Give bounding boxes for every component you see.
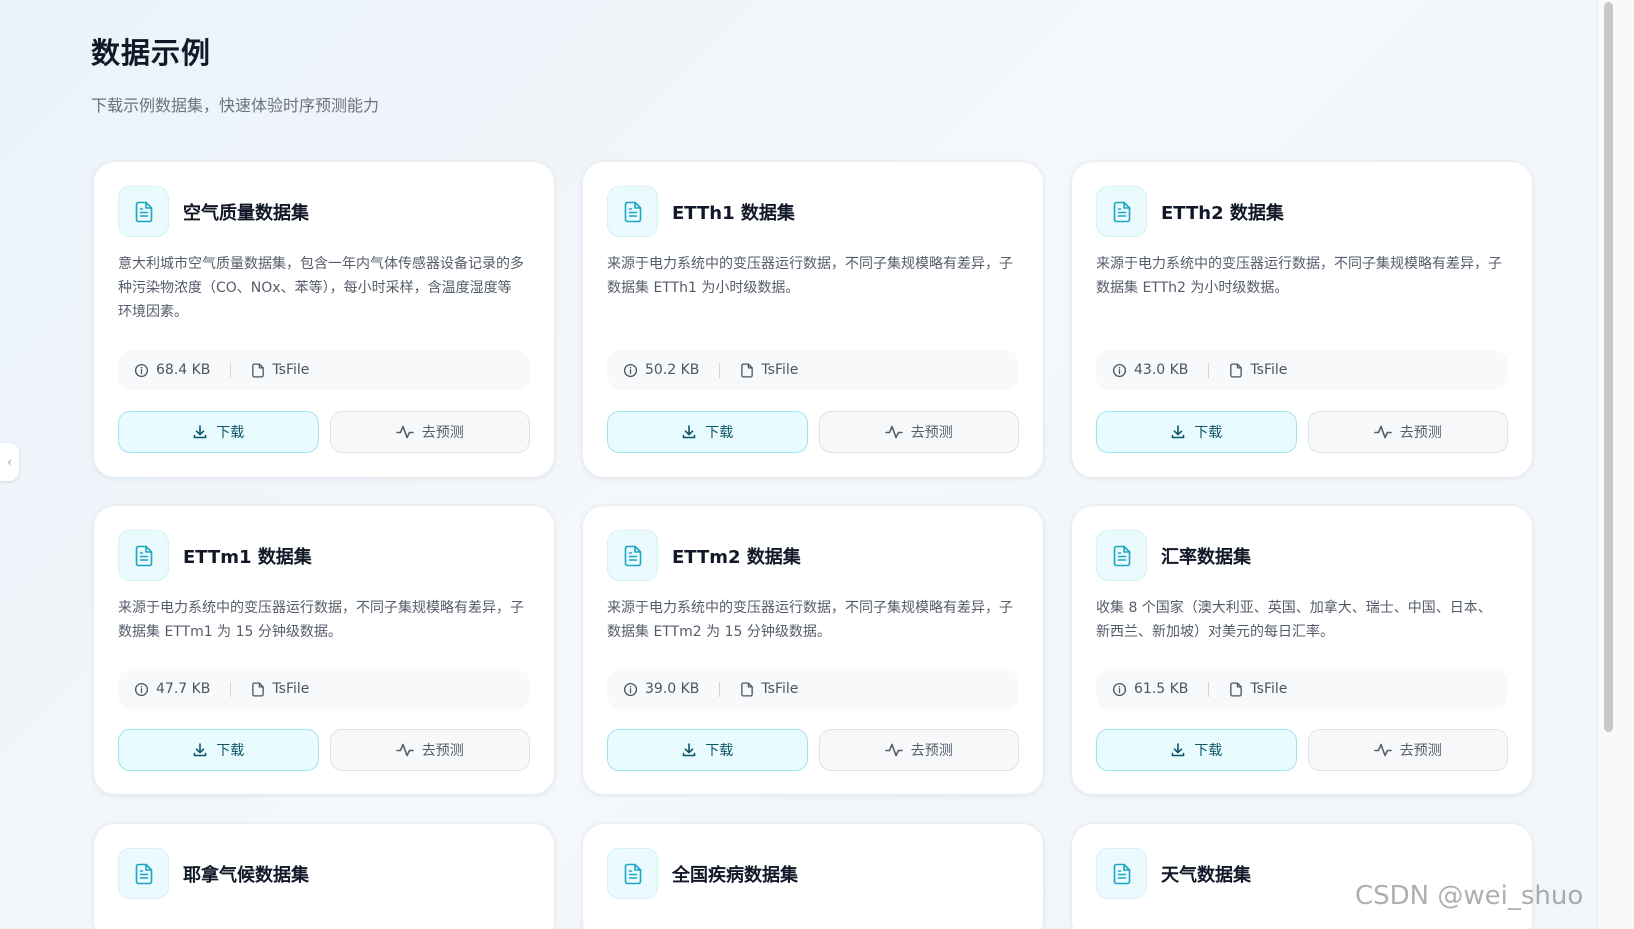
download-button[interactable]: 下载 — [118, 411, 319, 453]
page-subtitle: 下载示例数据集，快速体验时序预测能力 — [91, 96, 380, 115]
download-icon — [193, 743, 207, 757]
download-button[interactable]: 下载 — [118, 729, 319, 771]
download-icon — [682, 425, 696, 439]
file-meta: 50.2 KB TsFile — [607, 350, 1019, 390]
card-title: 全国疾病数据集 — [672, 864, 798, 886]
watermark: CSDN @wei_shuo — [1355, 881, 1584, 911]
dataset-card-jena-climate: 耶拿气候数据集 — [93, 823, 555, 929]
download-icon — [193, 425, 207, 439]
predict-button[interactable]: 去预测 — [818, 729, 1019, 771]
download-button[interactable]: 下载 — [607, 411, 808, 453]
document-icon — [118, 186, 169, 237]
file-format: TsFile — [740, 681, 798, 697]
card-title: ETTh2 数据集 — [1161, 202, 1284, 224]
file-icon — [1230, 681, 1243, 697]
document-icon — [607, 848, 658, 899]
document-icon — [118, 848, 169, 899]
dataset-grid-row-1: 空气质量数据集 意大利城市空气质量数据集，包含一年内气体传感器设备记录的多种污染… — [93, 161, 1535, 478]
dataset-card-exchange-rate: 汇率数据集 收集 8 个国家（澳大利亚、英国、加拿大、瑞士、中国、日本、新西兰、… — [1071, 505, 1533, 795]
file-format: TsFile — [1229, 681, 1287, 697]
file-icon — [1230, 362, 1243, 378]
file-icon — [252, 681, 265, 697]
activity-icon — [1373, 743, 1392, 757]
file-size: 68.4 KB — [134, 362, 210, 378]
card-title: 汇率数据集 — [1161, 546, 1251, 568]
info-icon — [134, 682, 149, 696]
activity-icon — [395, 743, 414, 757]
document-icon — [607, 186, 658, 237]
dataset-card-air-quality: 空气质量数据集 意大利城市空气质量数据集，包含一年内气体传感器设备记录的多种污染… — [93, 161, 555, 478]
card-title: 天气数据集 — [1161, 864, 1251, 886]
download-button[interactable]: 下载 — [607, 729, 808, 771]
card-title: 耶拿气候数据集 — [183, 864, 309, 886]
file-format: TsFile — [740, 362, 798, 378]
sidebar-expand-button[interactable]: ‹ — [0, 443, 19, 481]
download-icon — [1171, 425, 1185, 439]
predict-button[interactable]: 去预测 — [1307, 729, 1508, 771]
download-icon — [682, 743, 696, 757]
dataset-card-etth2: ETTh2 数据集 来源于电力系统中的变压器运行数据，不同子集规模略有差异，子数… — [1071, 161, 1533, 478]
card-description: 来源于电力系统中的变压器运行数据，不同子集规模略有差异，子数据集 ETTh2 为… — [1096, 256, 1502, 296]
page-title: 数据示例 — [91, 36, 212, 70]
file-size: 50.2 KB — [623, 362, 699, 378]
dataset-card-etth1: ETTh1 数据集 来源于电力系统中的变压器运行数据，不同子集规模略有差异，子数… — [582, 161, 1044, 478]
document-icon — [118, 530, 169, 581]
card-description: 收集 8 个国家（澳大利亚、英国、加拿大、瑞士、中国、日本、新西兰、新加坡）对美… — [1096, 600, 1492, 640]
activity-icon — [1373, 425, 1392, 439]
scrollbar-thumb[interactable] — [1604, 2, 1613, 732]
card-title: ETTm2 数据集 — [672, 546, 801, 568]
activity-icon — [884, 425, 903, 439]
activity-icon — [395, 425, 414, 439]
scrollbar-track[interactable] — [1597, 0, 1634, 929]
info-icon — [623, 682, 638, 696]
info-icon — [623, 363, 638, 377]
card-title: ETTh1 数据集 — [672, 202, 795, 224]
dataset-card-weather: 天气数据集 — [1071, 823, 1533, 929]
file-meta: 47.7 KB TsFile — [118, 669, 530, 709]
predict-button[interactable]: 去预测 — [818, 411, 1019, 453]
card-title: 空气质量数据集 — [183, 202, 309, 224]
predict-button[interactable]: 去预测 — [329, 411, 530, 453]
file-icon — [741, 362, 754, 378]
file-format: TsFile — [251, 681, 309, 697]
card-description: 来源于电力系统中的变压器运行数据，不同子集规模略有差异，子数据集 ETTm2 为… — [607, 600, 1013, 640]
download-button[interactable]: 下载 — [1096, 729, 1297, 771]
predict-button[interactable]: 去预测 — [329, 729, 530, 771]
document-icon — [607, 530, 658, 581]
dataset-card-ettm1: ETTm1 数据集 来源于电力系统中的变压器运行数据，不同子集规模略有差异，子数… — [93, 505, 555, 795]
card-description: 来源于电力系统中的变压器运行数据，不同子集规模略有差异，子数据集 ETTh1 为… — [607, 256, 1013, 296]
dataset-card-ettm2: ETTm2 数据集 来源于电力系统中的变压器运行数据，不同子集规模略有差异，子数… — [582, 505, 1044, 795]
file-meta: 61.5 KB TsFile — [1096, 669, 1508, 709]
dataset-grid-row-2: ETTm1 数据集 来源于电力系统中的变压器运行数据，不同子集规模略有差异，子数… — [93, 505, 1535, 795]
dataset-card-national-illness: 全国疾病数据集 — [582, 823, 1044, 929]
document-icon — [1096, 530, 1147, 581]
info-icon — [1112, 682, 1127, 696]
file-size: 43.0 KB — [1112, 362, 1188, 378]
download-button[interactable]: 下载 — [1096, 411, 1297, 453]
card-title: ETTm1 数据集 — [183, 546, 312, 568]
file-meta: 68.4 KB TsFile — [118, 350, 530, 390]
file-format: TsFile — [1229, 362, 1287, 378]
file-meta: 39.0 KB TsFile — [607, 669, 1019, 709]
file-format: TsFile — [251, 362, 309, 378]
main-page: 数据示例 下载示例数据集，快速体验时序预测能力 空气质量数据集 意大利城市空气质… — [0, 0, 1597, 929]
document-icon — [1096, 848, 1147, 899]
file-size: 47.7 KB — [134, 681, 210, 697]
dataset-grid-row-3: 耶拿气候数据集 全国疾病数据集 天气数据集 — [93, 823, 1535, 929]
file-meta: 43.0 KB TsFile — [1096, 350, 1508, 390]
file-size: 61.5 KB — [1112, 681, 1188, 697]
info-icon — [1112, 363, 1127, 377]
download-icon — [1171, 743, 1185, 757]
document-icon — [1096, 186, 1147, 237]
info-icon — [134, 363, 149, 377]
file-icon — [252, 362, 265, 378]
predict-button[interactable]: 去预测 — [1307, 411, 1508, 453]
activity-icon — [884, 743, 903, 757]
file-size: 39.0 KB — [623, 681, 699, 697]
card-description: 意大利城市空气质量数据集，包含一年内气体传感器设备记录的多种污染物浓度（CO、N… — [118, 256, 524, 320]
card-description: 来源于电力系统中的变压器运行数据，不同子集规模略有差异，子数据集 ETTm1 为… — [118, 600, 524, 640]
file-icon — [741, 681, 754, 697]
